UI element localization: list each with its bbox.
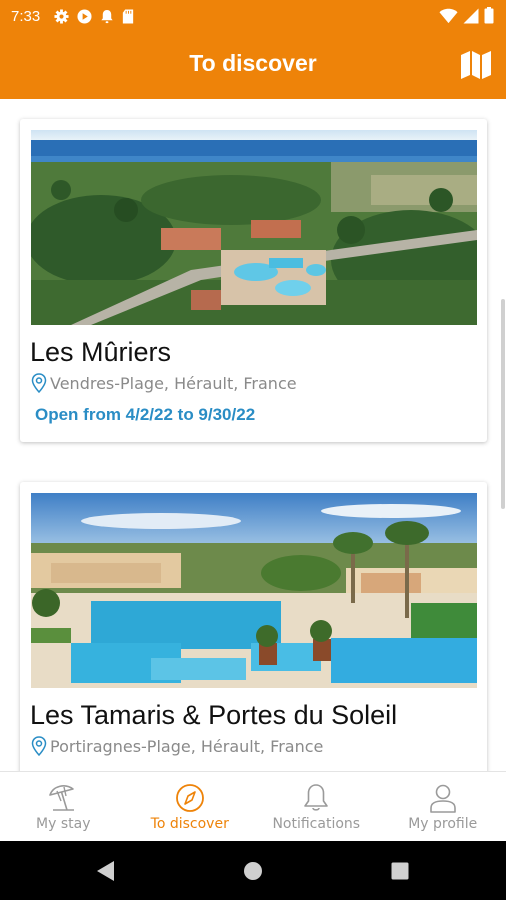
system-navigation-bar [0,841,506,900]
person-icon [429,784,456,813]
campsite-location: Vendres-Plage, Hérault, France [30,373,297,393]
play-icon [77,8,92,24]
scrollbar[interactable] [501,299,505,509]
campsite-location-text: Portiragnes-Plage, Hérault, France [50,736,324,756]
campsite-photo [31,493,477,688]
campsite-name: Les Tamaris & Portes du Soleil [30,700,398,730]
campsite-list[interactable]: Les Mûriers Vendres-Plage, Hérault, Fran… [0,99,506,771]
location-pin-icon [31,373,47,393]
opening-dates: Open from 4/2/22 to 9/30/22 [35,405,256,424]
nav-notifications[interactable]: Notifications [253,772,380,842]
app-bar: To discover [0,32,506,99]
compass-icon [175,784,204,812]
nav-label: My stay [36,816,91,832]
bottom-navigation: My stay To discover Notifications My pro… [0,771,506,842]
sd-card-icon [123,8,134,24]
nav-label: My profile [408,816,478,832]
nav-my-profile[interactable]: My profile [380,772,506,842]
page-title: To discover [189,50,317,76]
status-bar: 7:33 [0,0,506,32]
map-icon[interactable] [460,50,492,80]
bell-icon [304,784,329,811]
campsite-card[interactable]: Les Tamaris & Portes du Soleil Portiragn… [20,482,487,771]
home-icon[interactable] [243,861,263,881]
nav-label: To discover [150,816,229,832]
back-icon[interactable] [96,860,116,882]
nav-label: Notifications [272,816,361,832]
signal-icon [463,8,479,23]
status-notification-icons [54,8,134,24]
status-time: 7:33 [11,7,41,25]
campsite-card[interactable]: Les Mûriers Vendres-Plage, Hérault, Fran… [20,119,487,442]
status-system-icons [439,7,494,24]
wifi-icon [439,8,458,23]
location-pin-icon [31,736,47,756]
nav-to-discover[interactable]: To discover [127,772,254,842]
notification-bell-icon [101,9,113,23]
beach-umbrella-icon [49,785,75,811]
campsite-location: Portiragnes-Plage, Hérault, France [30,736,323,756]
battery-icon [484,7,494,24]
recents-icon[interactable] [391,862,409,880]
campsite-photo [31,130,477,325]
gear-icon [54,8,69,24]
nav-my-stay[interactable]: My stay [0,772,127,842]
campsite-name: Les Mûriers [30,337,172,367]
campsite-location-text: Vendres-Plage, Hérault, France [50,373,297,393]
